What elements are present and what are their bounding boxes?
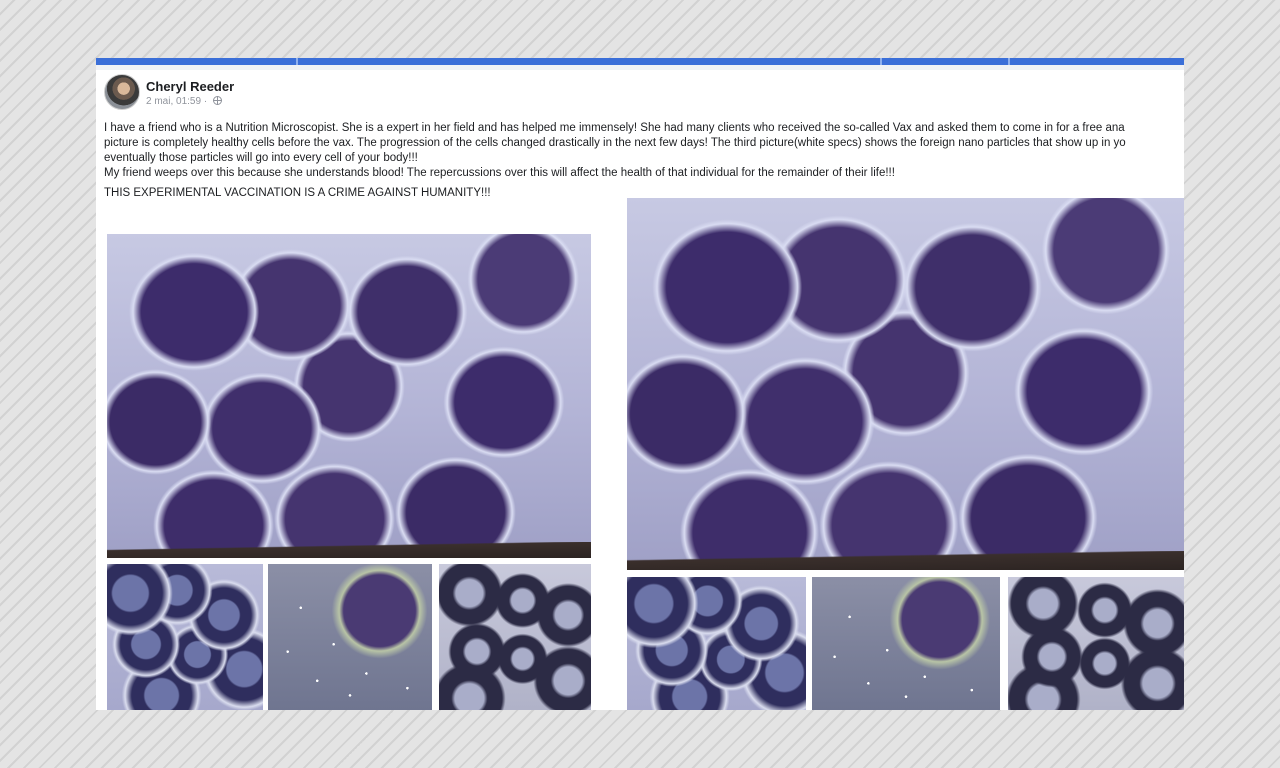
globe-icon	[212, 96, 222, 105]
microscope-photo-main-right[interactable]	[627, 198, 1184, 570]
microscope-photo-main-left[interactable]	[107, 234, 591, 558]
microscope-photo-thumb[interactable]	[1008, 577, 1184, 710]
post-body: I have a friend who is a Nutrition Micro…	[104, 121, 1184, 201]
microscope-photo-thumb[interactable]	[107, 564, 263, 710]
facebook-post-screenshot: Cheryl Reeder 2 mai, 01:59 · I have a fr…	[96, 58, 1184, 710]
post-line: eventually those particles will go into …	[104, 152, 418, 164]
microscope-photo-thumb[interactable]	[812, 577, 1000, 710]
microscope-photo-thumb[interactable]	[627, 577, 806, 710]
nav-divider	[880, 58, 882, 65]
author-avatar[interactable]	[104, 74, 140, 110]
author-name[interactable]: Cheryl Reeder	[146, 79, 234, 94]
nav-divider	[296, 58, 298, 65]
microscope-photo-thumb[interactable]	[268, 564, 432, 710]
post-line: I have a friend who is a Nutrition Micro…	[104, 122, 1125, 134]
nav-shadow	[96, 65, 1184, 70]
post-timestamp[interactable]: 2 mai, 01:59 ·	[146, 96, 207, 107]
post-line: My friend weeps over this because she un…	[104, 167, 895, 179]
post-meta: 2 mai, 01:59 ·	[146, 96, 222, 107]
post-line: picture is completely healthy cells befo…	[104, 137, 1126, 149]
top-navigation-bar	[96, 58, 1184, 65]
nav-divider	[1008, 58, 1010, 65]
microscope-photo-thumb[interactable]	[439, 564, 591, 710]
